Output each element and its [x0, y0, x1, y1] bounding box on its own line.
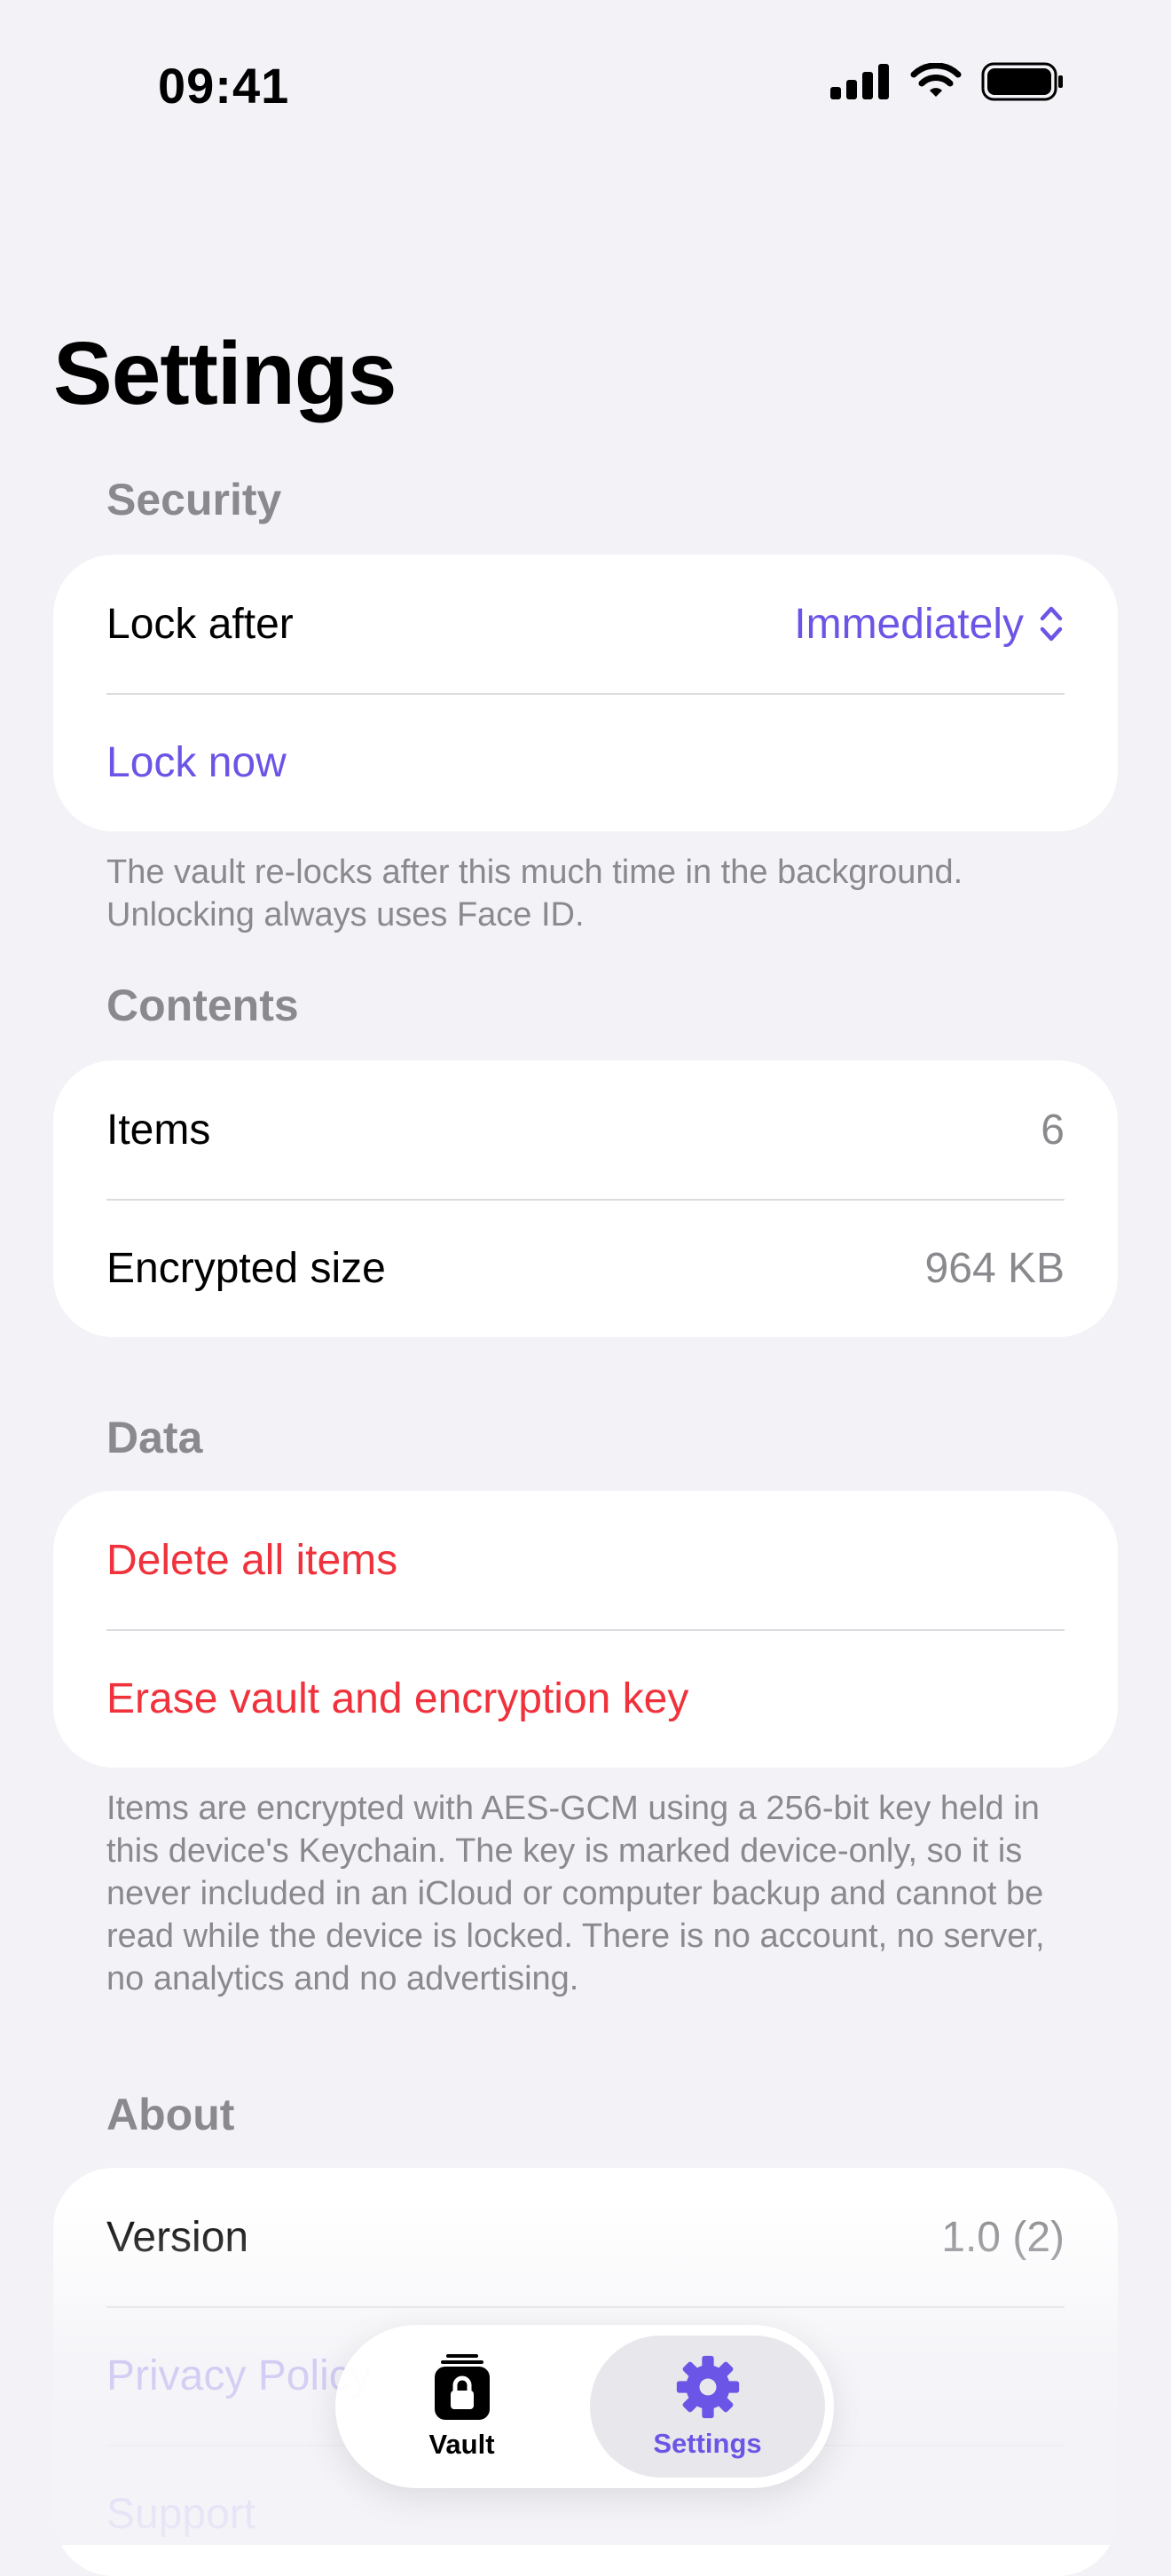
status-icons [830, 62, 1065, 101]
data-footer: Items are encrypted with AES-GCM using a… [106, 1790, 1045, 1997]
encrypted-size-row: Encrypted size 964 KB [53, 1199, 1118, 1337]
lock-after-value: Immediately [794, 600, 1024, 648]
contents-card: Items 6 Encrypted size 964 KB [53, 1060, 1118, 1337]
privacy-policy-link[interactable]: Privacy Policy [106, 2351, 372, 2400]
version-value: 1.0 (2) [941, 2213, 1065, 2261]
section-header-security: Security [106, 475, 282, 524]
tab-vault[interactable]: Vault [344, 2336, 579, 2478]
lock-icon [434, 2354, 490, 2420]
version-label: Version [106, 2213, 249, 2261]
section-header-data: Data [106, 1413, 203, 1462]
security-footer: The vault re-locks after this much time … [106, 854, 963, 934]
delete-all-items-button[interactable]: Delete all items [106, 1536, 397, 1585]
status-time: 09:41 [158, 58, 290, 114]
tab-bar: Vault Settings [335, 2325, 834, 2488]
data-card: Delete all items Erase vault and encrypt… [53, 1491, 1118, 1768]
tab-vault-label: Vault [428, 2429, 495, 2460]
items-label: Items [106, 1106, 211, 1154]
section-header-contents: Contents [106, 981, 299, 1030]
lock-now-button[interactable]: Lock now [106, 738, 287, 787]
support-link[interactable]: Support [106, 2490, 255, 2539]
erase-vault-row[interactable]: Erase vault and encryption key [53, 1629, 1118, 1768]
encrypted-size-label: Encrypted size [106, 1244, 386, 1292]
version-row: Version 1.0 (2) [53, 2168, 1118, 2306]
lock-now-row[interactable]: Lock now [53, 693, 1118, 831]
erase-vault-button[interactable]: Erase vault and encryption key [106, 1674, 688, 1723]
lock-after-picker[interactable]: Immediately [794, 600, 1065, 649]
items-value: 6 [1041, 1106, 1065, 1154]
battery-icon [981, 62, 1063, 101]
lock-after-row[interactable]: Lock after Immediately [53, 555, 1118, 693]
tab-settings-label: Settings [653, 2428, 762, 2459]
section-header-about: About [106, 2090, 235, 2139]
wifi-icon [910, 63, 962, 97]
page-title: Settings [53, 324, 397, 423]
tab-settings[interactable]: Settings [590, 2336, 825, 2478]
items-row: Items 6 [53, 1060, 1118, 1199]
encrypted-size-value: 964 KB [924, 1244, 1065, 1292]
gear-icon [676, 2355, 739, 2419]
security-card: Lock after Immediately Lock now [53, 555, 1118, 831]
status-bar: 09:41 [0, 0, 1171, 169]
chevron-up-down-icon [1040, 606, 1063, 642]
cellular-signal-icon [830, 64, 889, 99]
delete-all-row[interactable]: Delete all items [53, 1491, 1118, 1629]
lock-after-label: Lock after [106, 600, 294, 648]
